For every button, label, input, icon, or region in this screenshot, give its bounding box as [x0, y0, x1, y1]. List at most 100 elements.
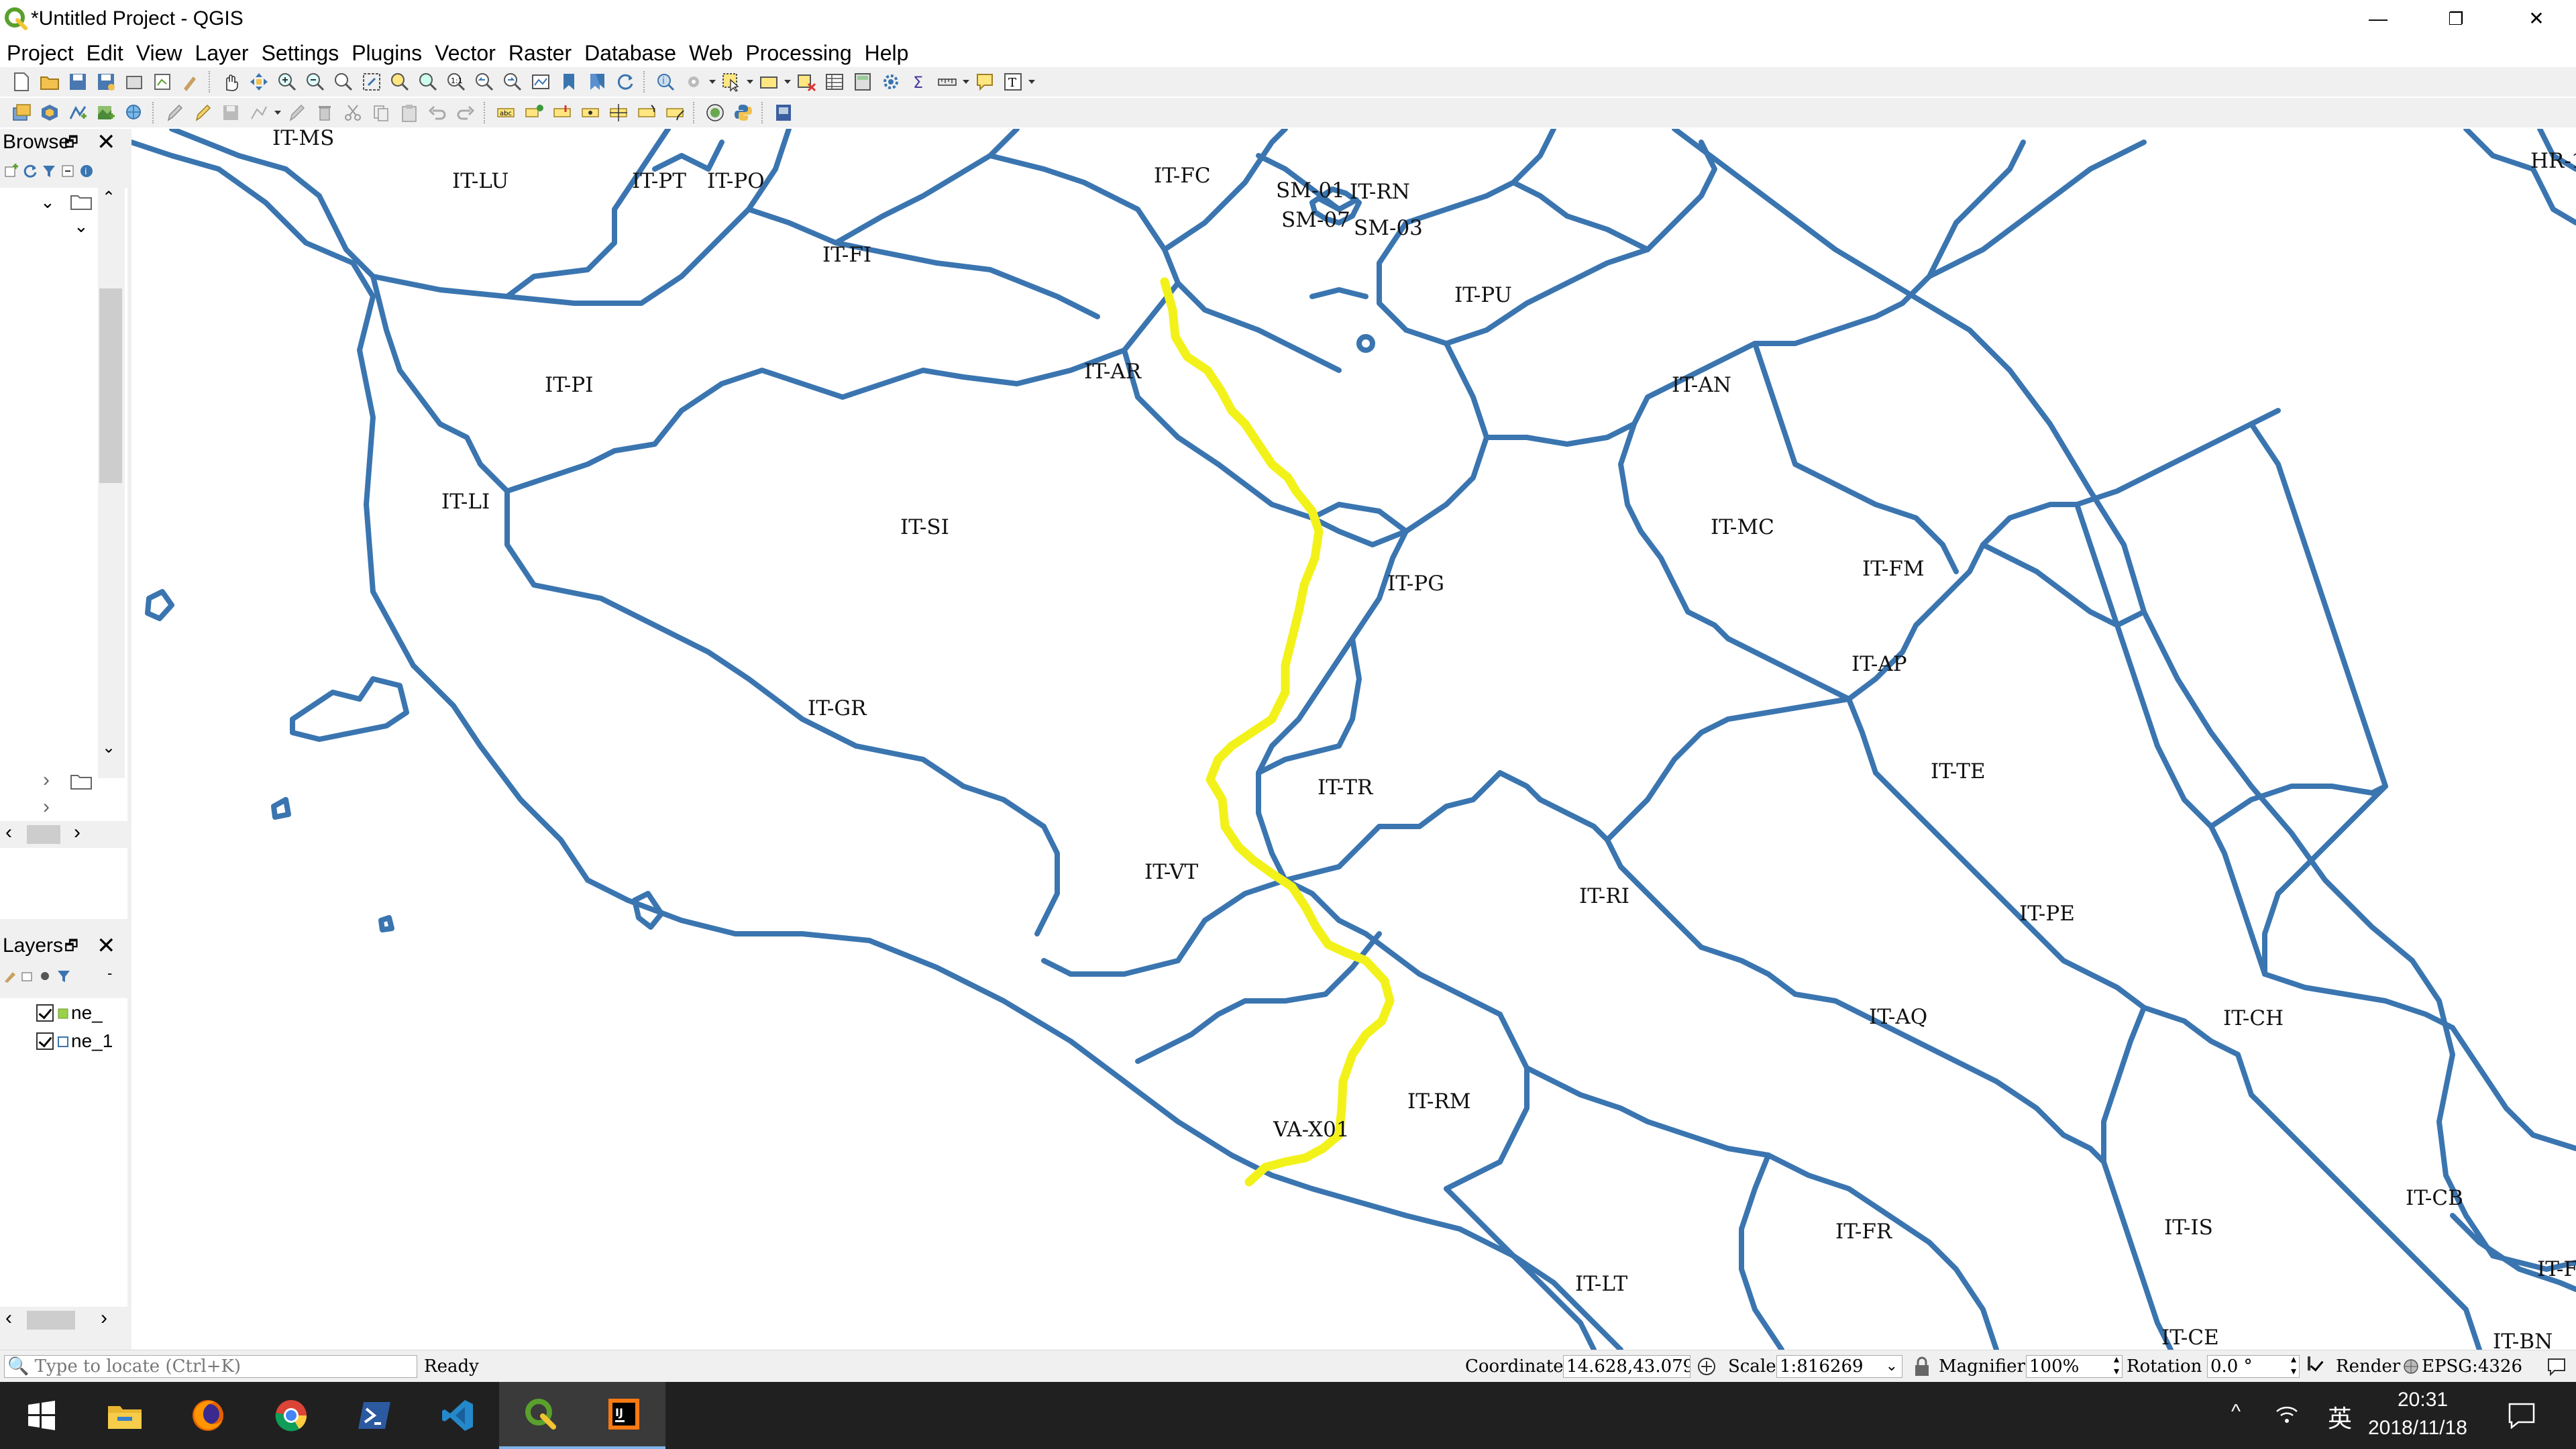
filter-browser-icon[interactable] [42, 164, 56, 182]
pin-labels-icon[interactable] [551, 102, 573, 123]
delete-selected-icon[interactable] [314, 102, 335, 123]
ime-indicator[interactable]: 英 [2328, 1399, 2352, 1434]
chevron-down-icon[interactable]: ⌄ [40, 192, 55, 213]
clock-time[interactable]: 20:31 [2398, 1389, 2448, 1411]
messages-icon[interactable] [2546, 1357, 2567, 1379]
python-console-icon[interactable] [733, 102, 754, 123]
new-project-icon[interactable] [11, 71, 32, 93]
chevron-right-icon[interactable]: › [43, 769, 50, 792]
rotation-spinbox[interactable]: 0.0 ° ▴ ▾ [2207, 1355, 2300, 1378]
select-dropdown-icon[interactable] [745, 71, 755, 93]
refresh-icon[interactable] [614, 71, 636, 93]
intellij-icon[interactable]: IJ [582, 1382, 665, 1449]
select-by-value-dropdown-icon[interactable] [783, 71, 792, 93]
menu-view[interactable]: View [129, 38, 189, 68]
minimize-button[interactable]: — [2348, 0, 2408, 38]
crs-button[interactable]: EPSG:4326 [2422, 1350, 2522, 1383]
zoom-rubber-band-icon[interactable] [333, 71, 354, 93]
spin-down-icon[interactable]: ▾ [2291, 1365, 2296, 1377]
layers-hscroll[interactable]: ‹ › [0, 1307, 127, 1334]
annotation-dropdown-icon[interactable] [1027, 71, 1036, 93]
save-as-icon[interactable] [95, 71, 117, 93]
menu-settings[interactable]: Settings [255, 38, 345, 68]
file-explorer-icon[interactable] [83, 1382, 166, 1449]
menu-database[interactable]: Database [578, 38, 682, 68]
menu-raster[interactable]: Raster [502, 38, 578, 68]
layers-close-button[interactable]: ✕ [97, 932, 116, 959]
add-vector-layer-icon[interactable] [67, 102, 89, 123]
move-label-icon[interactable] [608, 102, 629, 123]
measure-line-icon[interactable] [936, 71, 958, 93]
action-center-icon[interactable] [2508, 1402, 2536, 1432]
label-tool-icon[interactable]: abc [495, 102, 517, 123]
layer-name[interactable]: ne_1 [71, 1030, 113, 1052]
refresh-browser-icon[interactable] [23, 164, 38, 182]
layer-visibility-checkbox[interactable] [36, 1032, 54, 1050]
layout-manager-icon[interactable] [152, 71, 173, 93]
show-bookmarks-icon[interactable] [586, 71, 608, 93]
digitize-dropdown-icon[interactable] [273, 102, 282, 123]
clock-date[interactable]: 2018/11/18 [2368, 1417, 2467, 1440]
style-panel-icon[interactable] [3, 969, 17, 987]
statistical-summary-icon[interactable]: Σ [908, 71, 930, 93]
menu-help[interactable]: Help [858, 38, 915, 68]
data-source-manager-icon[interactable] [11, 102, 32, 123]
undo-icon[interactable] [427, 102, 448, 123]
layer-name[interactable]: ne_ [71, 1002, 103, 1024]
add-selected-layers-icon[interactable] [4, 164, 19, 182]
browser-tree[interactable]: ⌄ ⌄ › › ⌃ ⌄ ‹ › [0, 188, 127, 919]
pan-map-icon[interactable] [220, 71, 241, 93]
scroll-up-icon[interactable]: ⌃ [102, 188, 115, 207]
chevron-down-icon[interactable]: ⌄ [74, 216, 89, 237]
scroll-right-icon[interactable]: › [74, 821, 80, 844]
browser-float-icon[interactable]: 🗗 [64, 129, 78, 156]
zoom-to-layer-icon[interactable] [417, 71, 439, 93]
qgis-taskbar-icon[interactable] [499, 1382, 582, 1449]
paste-features-icon[interactable] [398, 102, 420, 123]
zoom-to-selection-icon[interactable] [389, 71, 411, 93]
map-tips-icon[interactable] [974, 71, 996, 93]
zoom-native-icon[interactable]: 1:1 [445, 71, 467, 93]
close-button[interactable]: ✕ [2506, 0, 2567, 38]
zoom-in-icon[interactable] [276, 71, 298, 93]
redo-icon[interactable] [455, 102, 476, 123]
vertex-tool-icon[interactable] [286, 102, 307, 123]
add-raster-layer-icon[interactable] [95, 102, 117, 123]
pan-to-selection-icon[interactable] [248, 71, 270, 93]
spin-up-icon[interactable]: ▴ [2114, 1356, 2119, 1365]
deselect-all-icon[interactable] [796, 71, 817, 93]
lock-scale-icon[interactable] [1913, 1356, 1931, 1381]
browser-close-button[interactable]: ✕ [97, 129, 116, 156]
zoom-out-icon[interactable] [305, 71, 326, 93]
scroll-down-icon[interactable]: ⌄ [102, 738, 115, 757]
scroll-right-icon[interactable]: › [101, 1307, 107, 1330]
filter-legend-icon[interactable] [56, 969, 71, 987]
actions-dropdown-icon[interactable] [708, 71, 717, 93]
osm-download-icon[interactable] [704, 102, 726, 123]
powershell-icon[interactable] [333, 1382, 416, 1449]
browser-vscroll[interactable]: ⌃ ⌄ [98, 188, 125, 778]
more-options-icon[interactable]: - [107, 965, 112, 982]
save-project-icon[interactable] [67, 71, 89, 93]
scrollbar-thumb[interactable] [27, 825, 60, 844]
measure-dropdown-icon[interactable] [961, 71, 971, 93]
map-canvas[interactable]: IT-MS IT-LU IT-PT IT-PO IT-FC SM-01 IT-R… [131, 129, 2576, 1350]
vscode-icon[interactable] [416, 1382, 499, 1449]
chrome-icon[interactable] [250, 1382, 333, 1449]
chevron-down-icon[interactable]: ⌄ [1886, 1356, 1898, 1377]
render-checkbox[interactable] [2308, 1356, 2310, 1371]
show-hide-labels-icon[interactable] [580, 102, 601, 123]
layers-tree[interactable]: ne_ ne_1 ‹ › [0, 998, 127, 1334]
layer-visibility-checkbox[interactable] [36, 1004, 54, 1022]
layer-row[interactable]: ne_ [36, 1000, 103, 1026]
menu-web[interactable]: Web [682, 38, 739, 68]
processing-toolbox-icon[interactable] [880, 71, 902, 93]
menu-edit[interactable]: Edit [80, 38, 129, 68]
menu-project[interactable]: Project [0, 38, 80, 68]
attribute-table-icon[interactable] [824, 71, 845, 93]
network-icon[interactable] [2275, 1405, 2298, 1428]
scale-combo[interactable]: 1:816269 ⌄ [1776, 1355, 1902, 1378]
menu-vector[interactable]: Vector [428, 38, 502, 68]
copy-features-icon[interactable] [370, 102, 392, 123]
spin-down-icon[interactable]: ▾ [2114, 1365, 2119, 1377]
